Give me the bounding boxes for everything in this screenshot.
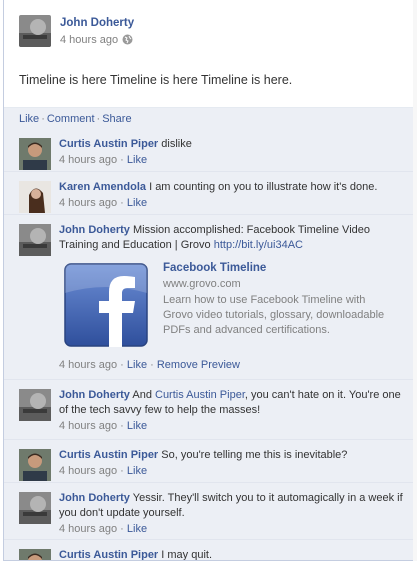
avatar[interactable] — [19, 224, 51, 256]
preview-title[interactable]: Facebook Timeline — [163, 261, 266, 276]
avatar[interactable] — [19, 549, 51, 560]
like-link[interactable]: Like — [19, 113, 39, 125]
post-actions-bar: Like · Comment · Share — [4, 107, 413, 129]
comment-like-link[interactable]: Like — [127, 154, 147, 166]
preview-url: www.grovo.com — [163, 278, 241, 290]
comment-item: Karen Amendola I am counting on you to i… — [4, 172, 413, 215]
link-preview[interactable]: Facebook Timeline www.grovo.com Learn ho… — [59, 257, 403, 357]
comment-item: John Doherty And Curtis Austin Piper, yo… — [4, 380, 413, 440]
comment-link[interactable]: Comment — [47, 113, 95, 125]
comment-author[interactable]: Curtis Austin Piper — [59, 138, 158, 150]
mention-link[interactable]: Curtis Austin Piper — [155, 389, 245, 401]
comment-time[interactable]: 4 hours ago — [59, 197, 117, 209]
avatar[interactable] — [19, 389, 51, 421]
comment-item: John Doherty Yessir. They'll switch you … — [4, 483, 413, 540]
globe-icon[interactable] — [122, 34, 133, 45]
story-card: John Doherty 4 hours ago Timeline is her… — [3, 0, 414, 561]
comment-time[interactable]: 4 hours ago — [59, 154, 117, 166]
comment-time[interactable]: 4 hours ago — [59, 523, 117, 535]
comment-like-link[interactable]: Like — [127, 465, 147, 477]
remove-preview-link[interactable]: Remove Preview — [157, 359, 240, 371]
comment-author[interactable]: John Doherty — [59, 492, 130, 504]
comment-link[interactable]: http://bit.ly/ui34AC — [214, 239, 303, 251]
comment-time[interactable]: 4 hours ago — [59, 420, 117, 432]
separator: · — [41, 113, 45, 125]
comment-like-link[interactable]: Like — [127, 420, 147, 432]
comment-like-link[interactable]: Like — [127, 359, 147, 371]
facebook-logo-icon[interactable] — [64, 263, 148, 347]
post-timestamp: 4 hours ago — [60, 34, 133, 46]
comment-text: dislike — [161, 138, 192, 150]
comment-list: Curtis Austin Piper dislike 4 hours ago … — [4, 129, 413, 561]
post-message: Timeline is here Timeline is here Timeli… — [19, 73, 293, 87]
avatar[interactable] — [19, 181, 51, 213]
comment-author[interactable]: Curtis Austin Piper — [59, 449, 158, 461]
comment-like-link[interactable]: Like — [127, 197, 147, 209]
comment-item: Curtis Austin Piper I may quit. — [4, 540, 413, 561]
post-author[interactable]: John Doherty — [60, 17, 134, 29]
share-link[interactable]: Share — [102, 113, 131, 125]
comment-item: Curtis Austin Piper dislike 4 hours ago … — [4, 129, 413, 172]
comment-text: And — [132, 389, 152, 401]
preview-description: Learn how to use Facebook Timeline with … — [163, 294, 385, 336]
comment-item: Curtis Austin Piper So, you're telling m… — [4, 440, 413, 483]
post-time-text[interactable]: 4 hours ago — [60, 34, 118, 46]
comment-text: So, you're telling me this is inevitable… — [161, 449, 348, 461]
avatar[interactable] — [19, 15, 51, 47]
comment-like-link[interactable]: Like — [127, 523, 147, 535]
comment-author[interactable]: Curtis Austin Piper — [59, 549, 158, 560]
avatar[interactable] — [19, 449, 51, 481]
comment-author[interactable]: John Doherty — [59, 224, 130, 236]
scrollbar-track[interactable] — [413, 0, 417, 561]
comment-author[interactable]: John Doherty — [59, 389, 130, 401]
avatar[interactable] — [19, 138, 51, 170]
avatar[interactable] — [19, 492, 51, 524]
comment-text: I may quit. — [161, 549, 213, 561]
comment-item: John Doherty Mission accomplished: Faceb… — [4, 215, 413, 380]
comment-time[interactable]: 4 hours ago — [59, 359, 117, 371]
comment-text: I am counting on you to illustrate how i… — [149, 181, 378, 193]
comment-time[interactable]: 4 hours ago — [59, 465, 117, 477]
separator: · — [96, 113, 101, 125]
comment-author[interactable]: Karen Amendola — [59, 181, 146, 193]
